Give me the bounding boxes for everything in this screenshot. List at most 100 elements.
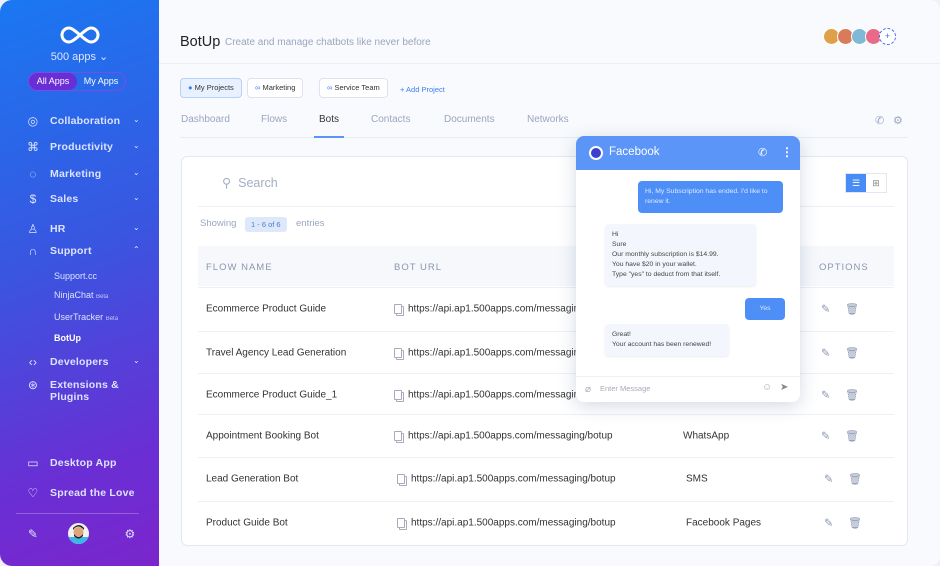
tab-documents[interactable]: Documents bbox=[444, 114, 495, 125]
dollar-icon: $ bbox=[29, 192, 37, 206]
subitem-label: Support.cc bbox=[54, 271, 98, 281]
phone-icon[interactable]: ✆ bbox=[758, 146, 767, 159]
chip-label: Service Team bbox=[334, 83, 380, 92]
500apps-logo[interactable] bbox=[58, 26, 102, 44]
copy-icon[interactable] bbox=[397, 474, 405, 484]
tab-networks[interactable]: Networks bbox=[527, 114, 569, 125]
channel: SMS bbox=[686, 473, 708, 485]
apps-count: 500 apps bbox=[50, 51, 96, 63]
project-chip-my-projects[interactable]: ● My Projects bbox=[180, 78, 242, 98]
chevron-down-icon: ⌄ bbox=[99, 51, 109, 63]
nav-label: Spread the Love bbox=[50, 487, 135, 499]
add-project-link[interactable]: + Add Project bbox=[400, 85, 445, 94]
chevron-down-icon: ⌄ bbox=[133, 168, 140, 177]
phone-icon[interactable]: ✆ bbox=[875, 114, 884, 127]
emoji-icon[interactable]: ☺ bbox=[762, 382, 772, 393]
beta-badge: Beta bbox=[105, 316, 119, 322]
subitem-label: UserTracker bbox=[54, 312, 104, 322]
search-placeholder: Search bbox=[238, 176, 278, 190]
trash-icon[interactable]: 🗑︎ bbox=[848, 517, 862, 530]
message-line: Our monthly subscription is $14.99. bbox=[612, 251, 719, 258]
sidebar-subitem-usertracker[interactable]: UserTracker Beta bbox=[54, 312, 118, 322]
all-apps-button[interactable]: All Apps bbox=[29, 73, 77, 90]
edit-icon[interactable]: ✎ bbox=[821, 430, 830, 443]
edit-icon[interactable]: ✎ bbox=[824, 517, 833, 530]
send-icon[interactable]: ➤ bbox=[780, 382, 788, 393]
table-row: Appointment Booking Bot https://api.ap1.… bbox=[198, 414, 894, 457]
sidebar-subitem-support-cc[interactable]: Support.cc bbox=[54, 271, 97, 281]
gear-icon[interactable]: ⚙ bbox=[893, 114, 903, 127]
copy-icon[interactable] bbox=[397, 518, 405, 528]
page-title: BotUp bbox=[180, 34, 221, 50]
chat-title: Facebook bbox=[609, 146, 660, 158]
dot-icon: ● bbox=[188, 83, 193, 92]
chevron-down-icon: ⌄ bbox=[133, 356, 140, 365]
sidebar-subitem-botup[interactable]: BotUp bbox=[54, 333, 81, 343]
channel: Facebook Pages bbox=[686, 517, 762, 529]
attachment-icon[interactable]: ⌀ bbox=[585, 384, 591, 395]
edit-icon[interactable]: ✎ bbox=[821, 389, 830, 402]
copy-icon[interactable] bbox=[394, 304, 402, 314]
bot-url[interactable]: https://api.ap1.500apps.com/messaging/bo… bbox=[411, 474, 616, 485]
team-avatars[interactable]: + bbox=[823, 28, 896, 45]
chevron-down-icon: ⌄ bbox=[133, 115, 140, 124]
my-apps-button[interactable]: My Apps bbox=[77, 73, 125, 90]
project-chip-service-team[interactable]: ∞ Service Team bbox=[319, 78, 388, 98]
message-line: Hi bbox=[612, 231, 619, 238]
tab-bots[interactable]: Bots bbox=[319, 114, 339, 125]
divider bbox=[159, 63, 940, 64]
nav-label-line2: Plugins bbox=[50, 391, 90, 403]
list-view-icon[interactable]: ☰ bbox=[846, 174, 866, 192]
apps-toggle: All Apps My Apps bbox=[28, 72, 126, 91]
page-subtitle: Create and manage chatbots like never be… bbox=[225, 37, 431, 48]
column-header-flow-name: FLOW NAME bbox=[206, 262, 273, 273]
trash-icon[interactable]: 🗑︎ bbox=[845, 430, 859, 443]
tab-dashboard[interactable]: Dashboard bbox=[181, 114, 230, 125]
edit-icon[interactable]: ✎ bbox=[821, 347, 830, 360]
trash-icon[interactable]: 🗑︎ bbox=[845, 347, 859, 360]
column-header-bot-url: BOT URL bbox=[394, 262, 443, 273]
column-header-options: OPTIONS bbox=[819, 262, 869, 273]
copy-icon[interactable] bbox=[394, 431, 402, 441]
trash-icon[interactable]: 🗑︎ bbox=[845, 303, 859, 316]
feather-icon: ✎ bbox=[27, 527, 39, 541]
chrome-icon: ⊛ bbox=[27, 378, 39, 392]
tab-flows[interactable]: Flows bbox=[261, 114, 287, 125]
message-line: Type "yes" to deduct from that itself. bbox=[612, 271, 721, 278]
user-icon: ♙ bbox=[27, 222, 39, 236]
bot-url[interactable]: https://api.ap1.500apps.com/messaging/bo… bbox=[408, 431, 613, 442]
chat-preview-widget: Facebook ✆ ⋮ Hi, My Subscription has end… bbox=[576, 136, 800, 402]
globe-icon: ◎ bbox=[27, 114, 39, 128]
edit-icon[interactable]: ✎ bbox=[821, 303, 830, 316]
chevron-down-icon: ⌄ bbox=[133, 193, 140, 202]
trash-icon[interactable]: 🗑︎ bbox=[845, 389, 859, 402]
flow-name: Lead Generation Bot bbox=[206, 473, 299, 485]
copy-icon[interactable] bbox=[394, 390, 402, 400]
sidebar-subitem-ninjachat[interactable]: NinjaChat Beta bbox=[54, 290, 108, 300]
more-vertical-icon[interactable]: ⋮ bbox=[781, 145, 793, 159]
nav-label: Collaboration bbox=[50, 115, 121, 127]
search-input[interactable]: ⚲ Search bbox=[222, 175, 278, 190]
bot-url[interactable]: https://api.ap1.500apps.com/messaging/bo… bbox=[411, 518, 616, 529]
add-user-icon[interactable]: + bbox=[879, 28, 896, 45]
grid-view-icon[interactable]: ⊞ bbox=[866, 174, 886, 192]
tab-contacts[interactable]: Contacts bbox=[371, 114, 410, 125]
nav-label: HR bbox=[50, 223, 66, 235]
nav-label-line1: Extensions & bbox=[50, 379, 119, 391]
heart-icon: ♡ bbox=[27, 486, 39, 500]
copy-icon[interactable] bbox=[394, 348, 402, 358]
monitor-icon: ▭ bbox=[27, 456, 39, 470]
message-input[interactable]: Enter Message bbox=[600, 384, 650, 393]
divider bbox=[16, 513, 139, 514]
message-line: Sure bbox=[612, 241, 627, 248]
apps-switcher[interactable]: 500 apps ⌄ bbox=[0, 50, 159, 63]
message-line: You have $20 in your wallet. bbox=[612, 261, 697, 268]
subitem-label: BotUp bbox=[54, 333, 81, 343]
project-chip-marketing[interactable]: ∞ Marketing bbox=[247, 78, 304, 98]
table-row: Product Guide Bot https://api.ap1.500app… bbox=[198, 501, 894, 544]
trash-icon[interactable]: 🗑︎ bbox=[848, 473, 862, 486]
edit-icon[interactable]: ✎ bbox=[824, 473, 833, 486]
nav-label: Marketing bbox=[50, 168, 102, 180]
flow-name: Ecommerce Product Guide bbox=[206, 303, 327, 315]
user-avatar[interactable] bbox=[68, 523, 89, 544]
